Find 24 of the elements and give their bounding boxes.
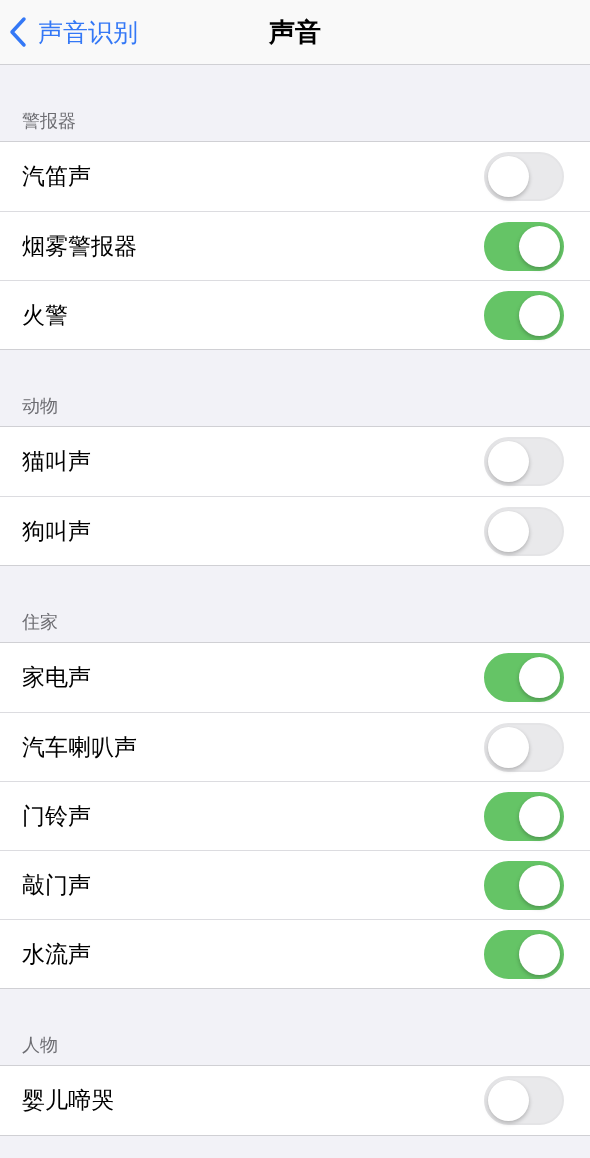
- setting-label: 家电声: [22, 663, 91, 692]
- section-header: 警报器: [22, 109, 76, 133]
- toggle-switch[interactable]: [484, 791, 564, 841]
- setting-label: 火警: [22, 300, 68, 330]
- setting-label: 门铃声: [22, 801, 91, 831]
- toggle-switch[interactable]: [484, 290, 564, 340]
- setting-label: 烟雾警报器: [22, 231, 137, 261]
- setting-label: 猫叫声: [22, 447, 91, 476]
- setting-label: 婴儿啼哭: [22, 1086, 114, 1115]
- section-header: 住家: [22, 610, 58, 634]
- toggle-switch[interactable]: [484, 653, 564, 702]
- setting-label: 汽车喇叭声: [22, 732, 137, 762]
- setting-label: 汽笛声: [22, 162, 91, 191]
- section-header: 人物: [22, 1033, 58, 1057]
- setting-label: 敲门声: [22, 870, 91, 900]
- toggle-switch[interactable]: [484, 929, 564, 979]
- toggle-switch[interactable]: [484, 221, 564, 271]
- section-header: 动物: [22, 394, 58, 418]
- page-title: 声音: [269, 15, 321, 49]
- back-button[interactable]: 声音识别: [0, 15, 138, 49]
- toggle-switch[interactable]: [484, 860, 564, 910]
- setting-label: 狗叫声: [22, 516, 91, 546]
- setting-label: 水流声: [22, 939, 91, 969]
- back-chevron-icon: [8, 16, 28, 48]
